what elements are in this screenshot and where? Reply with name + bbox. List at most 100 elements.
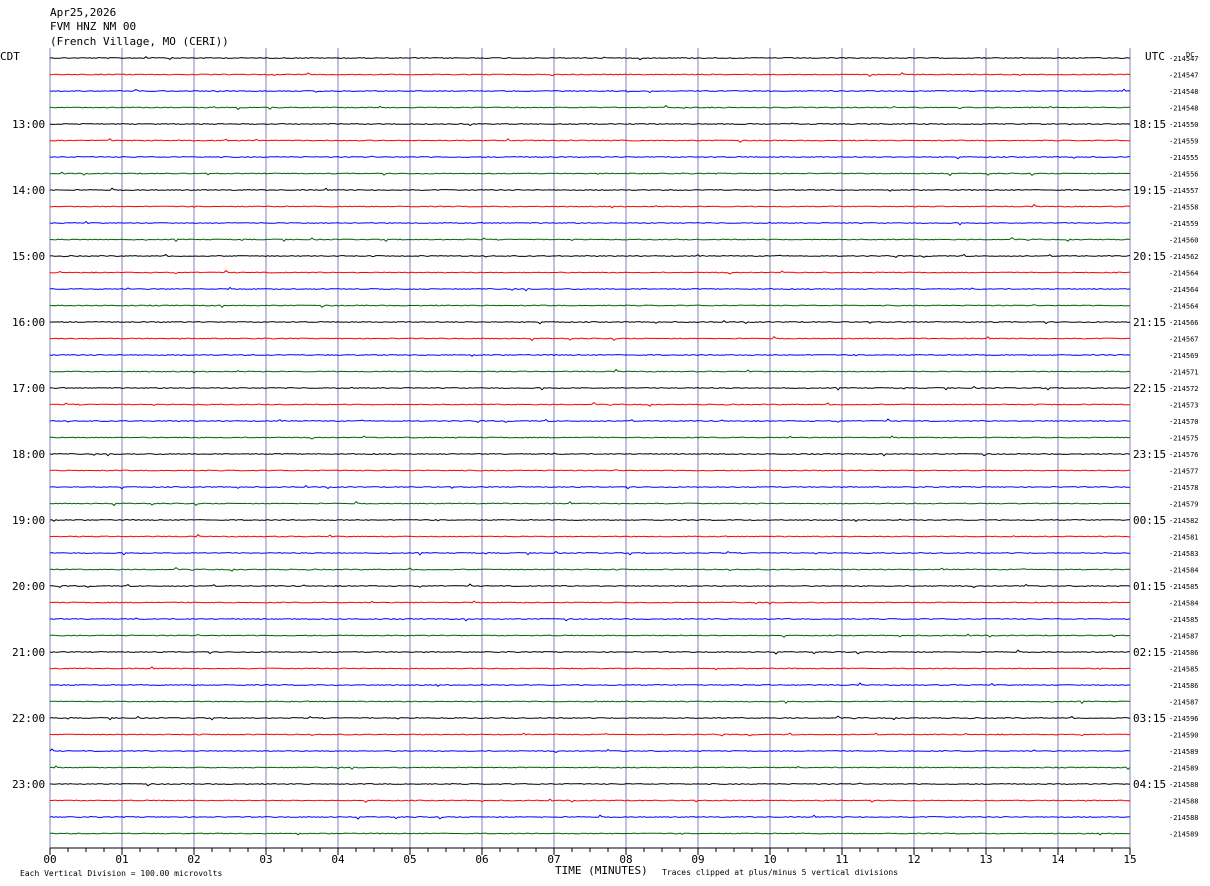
dc-offset-label: -214558	[1169, 204, 1199, 212]
clip-note: Traces clipped at plus/minus 5 vertical …	[662, 868, 898, 877]
trace-line	[49, 682, 1131, 687]
trace-line	[49, 485, 1131, 490]
dc-offset-label: -214583	[1169, 550, 1199, 558]
dc-offset-label: -214564	[1169, 270, 1199, 278]
x-tick-label: 10	[763, 853, 776, 866]
trace-line	[49, 814, 1131, 820]
trace-line	[50, 798, 1131, 803]
trace-line	[49, 617, 1131, 622]
trace-line	[49, 452, 1131, 457]
trace-line	[49, 104, 1131, 111]
dc-offset-label: -214570	[1169, 418, 1199, 426]
trace-line	[49, 765, 1131, 771]
dc-offset-label: -214556	[1169, 171, 1199, 179]
header-date: Apr25,2026	[50, 6, 116, 19]
dc-offset-label: -214585	[1169, 666, 1199, 674]
dc-offset-label: -214555	[1169, 154, 1199, 162]
dc-offset-label: -214587	[1169, 633, 1199, 641]
left-hour-label: 17:00	[12, 382, 45, 395]
right-timezone-label: UTC	[1145, 50, 1165, 63]
dc-offset-label: -214566	[1169, 319, 1199, 327]
trace-line	[49, 633, 1131, 638]
trace-line	[50, 732, 1131, 737]
dc-offset-label: -214547	[1169, 72, 1199, 80]
trace-line	[49, 304, 1131, 309]
trace-line	[49, 832, 1131, 836]
dc-offset-label: -214548	[1169, 88, 1199, 96]
x-tick-label: 01	[115, 853, 128, 866]
seismic-traces	[49, 56, 1131, 836]
left-hour-label: 15:00	[12, 250, 45, 263]
dc-offset-label: -214590	[1169, 732, 1199, 740]
right-hour-label: 23:15	[1133, 448, 1166, 461]
trace-line	[49, 469, 1130, 472]
right-hour-label: 01:15	[1133, 580, 1166, 593]
dc-offset-label: -214589	[1169, 765, 1199, 773]
x-tick-label: 14	[1051, 853, 1065, 866]
x-axis-title: TIME (MINUTES)	[555, 864, 648, 877]
trace-line	[49, 253, 1131, 258]
header-station: FVM HNZ NM 00	[50, 20, 136, 33]
trace-line	[49, 336, 1131, 342]
header-location: (French Village, MO (CERI))	[50, 35, 229, 48]
trace-line	[49, 320, 1131, 325]
dc-offset-label: -214586	[1169, 649, 1199, 657]
dc-offset-label: -214589	[1169, 831, 1199, 839]
right-hour-label: 04:15	[1133, 778, 1166, 791]
dc-offset-label: -214587	[1169, 699, 1199, 707]
dc-offset-label: -214559	[1169, 138, 1199, 146]
dc-offset-label: -214575	[1169, 435, 1199, 443]
dc-offset-label: -214548	[1169, 105, 1199, 113]
trace-line	[49, 155, 1131, 160]
trace-line	[49, 368, 1131, 374]
trace-line	[49, 286, 1131, 292]
dc-offset-label: -214550	[1169, 121, 1199, 129]
trace-line	[49, 649, 1130, 655]
dc-offset-label: -214588	[1169, 781, 1199, 789]
trace-line	[50, 782, 1131, 787]
trace-line	[49, 666, 1131, 671]
trace-line	[49, 533, 1131, 538]
trace-line	[49, 385, 1130, 391]
trace-line	[49, 518, 1130, 522]
dc-offset-label: -214569	[1169, 352, 1199, 360]
dc-offset-label: -214560	[1169, 237, 1199, 245]
x-tick-label: 05	[403, 853, 416, 866]
dc-offset-label: -214596	[1169, 715, 1199, 723]
trace-line	[49, 220, 1131, 226]
left-hour-label: 18:00	[12, 448, 45, 461]
x-tick-label: 00	[43, 853, 56, 866]
trace-line	[49, 269, 1131, 275]
right-hour-label: 18:15	[1133, 118, 1166, 131]
trace-line	[49, 122, 1131, 127]
dc-offset-label: -214572	[1169, 385, 1199, 393]
minute-gridlines	[49, 48, 1131, 848]
dc-offset-label: -214571	[1169, 369, 1199, 377]
dc-offset-label: -214559	[1169, 220, 1199, 228]
scale-note: Each Vertical Division = 100.00 microvol…	[20, 869, 222, 878]
dc-offset-label: -214589	[1169, 748, 1199, 756]
dc-label: DC	[1186, 51, 1194, 59]
dc-offset-label: -214585	[1169, 583, 1199, 591]
trace-line	[49, 354, 1131, 357]
trace-line	[49, 56, 1131, 61]
x-tick-label: 03	[259, 853, 272, 866]
dc-offset-label: -214576	[1169, 451, 1199, 459]
dc-offset-label: -214586	[1169, 682, 1199, 690]
x-tick-label: 12	[907, 853, 920, 866]
dc-offset-label: -214578	[1169, 484, 1199, 492]
dc-offset-label: -214577	[1169, 468, 1199, 476]
dc-offset-label: -214579	[1169, 501, 1199, 509]
left-hour-label: 20:00	[12, 580, 45, 593]
trace-line	[49, 715, 1131, 721]
left-hour-label: 14:00	[12, 184, 45, 197]
dc-offset-label: -214588	[1169, 814, 1199, 822]
trace-line	[49, 138, 1131, 143]
left-hour-label: 23:00	[12, 778, 45, 791]
right-hour-label: 20:15	[1133, 250, 1166, 263]
dc-offset-label: -214567	[1169, 336, 1199, 344]
trace-line	[49, 203, 1131, 209]
trace-line	[49, 600, 1131, 605]
trace-line	[49, 418, 1131, 423]
trace-line	[49, 700, 1131, 705]
